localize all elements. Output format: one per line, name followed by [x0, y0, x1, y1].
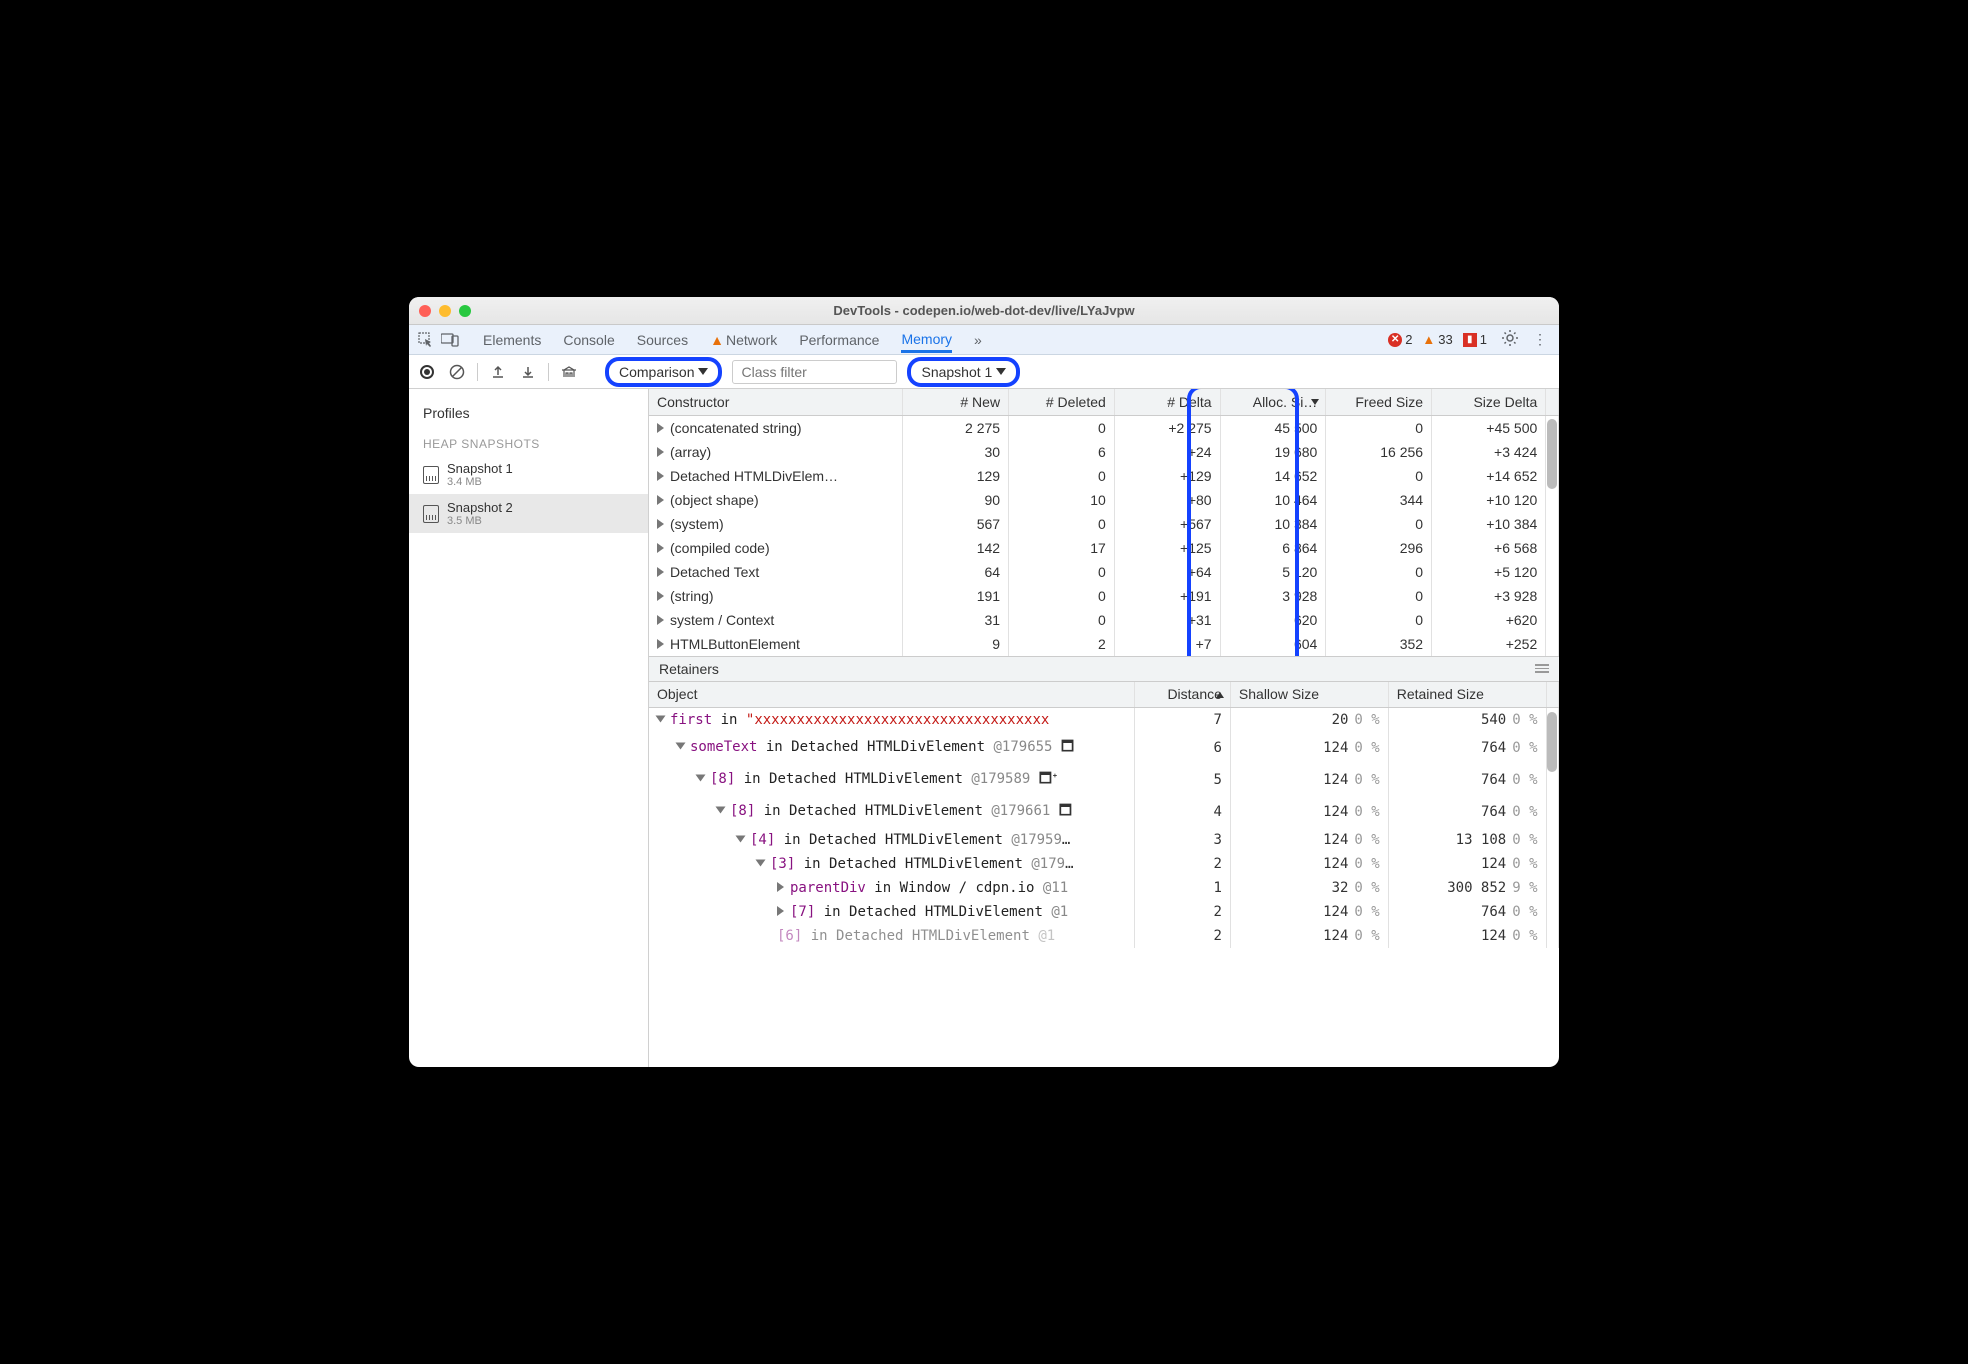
- retainer-row[interactable]: [8] in Detached HTMLDivElement @179589 🗖…: [649, 764, 1559, 796]
- retainers-header-row: Object Distance Shallow Size Retained Si…: [649, 682, 1559, 708]
- table-row[interactable]: HTMLButtonElement92+7604352+252: [649, 632, 1559, 656]
- table-row[interactable]: (string)1910+1913 9280+3 928: [649, 584, 1559, 608]
- comparison-grid: Constructor # New # Deleted # Delta Allo…: [649, 389, 1559, 656]
- retainer-row[interactable]: [4] in Detached HTMLDivElement @17959…31…: [649, 828, 1559, 852]
- memory-main: Constructor # New # Deleted # Delta Allo…: [649, 389, 1559, 1067]
- sidebar-title: Profiles: [409, 399, 648, 427]
- retainer-row[interactable]: [8] in Detached HTMLDivElement @179661 🗖…: [649, 796, 1559, 828]
- snapshot-icon: [423, 466, 439, 484]
- retainer-row[interactable]: [6] in Detached HTMLDivElement @121240 %…: [649, 924, 1559, 948]
- table-row[interactable]: (compiled code)14217+1256 864296+6 568: [649, 536, 1559, 560]
- memory-toolbar: Comparison Snapshot 1: [409, 355, 1559, 389]
- col-constructor[interactable]: Constructor: [649, 389, 903, 415]
- col-freed[interactable]: Freed Size: [1326, 389, 1432, 415]
- tab-console[interactable]: Console: [563, 328, 614, 352]
- baseline-dropdown[interactable]: Snapshot 1: [907, 357, 1020, 387]
- gc-icon[interactable]: [559, 362, 579, 382]
- minimize-icon[interactable]: [439, 305, 451, 317]
- tab-network[interactable]: ▲Network: [710, 328, 777, 352]
- col-distance[interactable]: Distance: [1135, 682, 1231, 708]
- close-icon[interactable]: [419, 305, 431, 317]
- status-counts: ✕2 ▲33 ▮1: [1388, 332, 1487, 347]
- download-icon[interactable]: [518, 362, 538, 382]
- window-title: DevTools - codepen.io/web-dot-dev/live/L…: [833, 303, 1134, 318]
- col-alloc[interactable]: Alloc. Si…: [1220, 389, 1326, 415]
- table-row[interactable]: Detached HTMLDivElem…1290+12914 6520+14 …: [649, 464, 1559, 488]
- kebab-icon[interactable]: ⋮: [1533, 331, 1551, 348]
- panel-tabbar: Elements Console Sources ▲Network Perfor…: [409, 325, 1559, 355]
- col-delta[interactable]: # Delta: [1114, 389, 1220, 415]
- error-count[interactable]: ✕2: [1388, 332, 1412, 347]
- grid-header-row: Constructor # New # Deleted # Delta Allo…: [649, 389, 1559, 415]
- record-icon[interactable]: [417, 362, 437, 382]
- clear-icon[interactable]: [447, 362, 467, 382]
- tab-elements[interactable]: Elements: [483, 328, 541, 352]
- snapshot-item-1[interactable]: Snapshot 13.4 MB: [409, 455, 648, 494]
- scrollbar-thumb[interactable]: [1547, 712, 1557, 772]
- retainers-menu-icon[interactable]: [1535, 664, 1549, 673]
- table-row[interactable]: (concatenated string)2 2750+2 27545 5000…: [649, 415, 1559, 440]
- sidebar-section: HEAP SNAPSHOTS: [409, 427, 648, 455]
- retainers-header: Retainers: [649, 656, 1559, 682]
- col-object[interactable]: Object: [649, 682, 1135, 708]
- table-row[interactable]: Detached Text640+645 1200+5 120: [649, 560, 1559, 584]
- col-shallow[interactable]: Shallow Size: [1230, 682, 1388, 708]
- tabs: Elements Console Sources ▲Network Perfor…: [483, 327, 982, 353]
- traffic-lights: [419, 305, 471, 317]
- col-retained[interactable]: Retained Size: [1388, 682, 1546, 708]
- zoom-icon[interactable]: [459, 305, 471, 317]
- retainer-row[interactable]: first in "xxxxxxxxxxxxxxxxxxxxxxxxxxxxxx…: [649, 708, 1559, 733]
- col-sizedelta[interactable]: Size Delta: [1432, 389, 1546, 415]
- retainer-row[interactable]: parentDiv in Window / cdpn.io @111320 %3…: [649, 876, 1559, 900]
- col-deleted[interactable]: # Deleted: [1009, 389, 1115, 415]
- table-row[interactable]: system / Context310+316200+620: [649, 608, 1559, 632]
- gear-icon[interactable]: [1501, 329, 1519, 350]
- profiles-sidebar: Profiles HEAP SNAPSHOTS Snapshot 13.4 MB…: [409, 389, 649, 1067]
- snapshot-icon: [423, 505, 439, 523]
- tab-performance[interactable]: Performance: [799, 328, 879, 352]
- table-row[interactable]: (system)5670+56710 3840+10 384: [649, 512, 1559, 536]
- scrollbar-thumb[interactable]: [1547, 419, 1557, 489]
- col-new[interactable]: # New: [903, 389, 1009, 415]
- inspect-icon[interactable]: [417, 331, 435, 349]
- devtools-window: DevTools - codepen.io/web-dot-dev/live/L…: [409, 297, 1559, 1067]
- retainers-grid: Object Distance Shallow Size Retained Si…: [649, 682, 1559, 1068]
- retainer-row[interactable]: someText in Detached HTMLDivElement @179…: [649, 732, 1559, 764]
- upload-icon[interactable]: [488, 362, 508, 382]
- retainer-row[interactable]: [3] in Detached HTMLDivElement @179…2124…: [649, 852, 1559, 876]
- tab-memory[interactable]: Memory: [901, 327, 952, 353]
- window-titlebar: DevTools - codepen.io/web-dot-dev/live/L…: [409, 297, 1559, 325]
- snapshot-item-2[interactable]: Snapshot 23.5 MB: [409, 494, 648, 533]
- tab-sources[interactable]: Sources: [637, 328, 688, 352]
- issue-count[interactable]: ▮1: [1463, 332, 1487, 347]
- device-icon[interactable]: [441, 331, 459, 349]
- table-row[interactable]: (object shape)9010+8010 464344+10 120: [649, 488, 1559, 512]
- warning-count[interactable]: ▲33: [1422, 332, 1452, 347]
- retainer-row[interactable]: [7] in Detached HTMLDivElement @121240 %…: [649, 900, 1559, 924]
- table-row[interactable]: (array)306+2419 68016 256+3 424: [649, 440, 1559, 464]
- view-mode-dropdown[interactable]: Comparison: [605, 357, 722, 387]
- class-filter-input[interactable]: [732, 360, 897, 384]
- tabs-overflow[interactable]: »: [974, 328, 982, 352]
